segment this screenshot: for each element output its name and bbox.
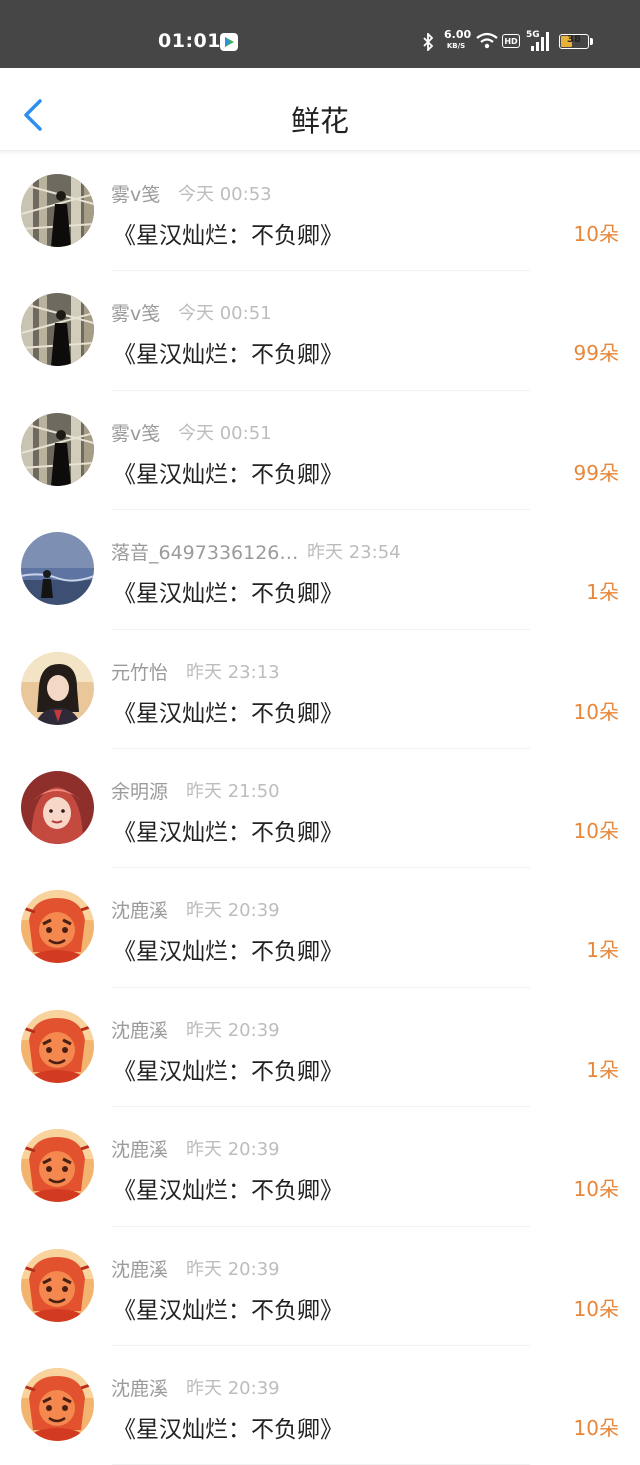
list-item[interactable]: 沈鹿溪 昨天 20:39 《星汉灿烂：不负卿》 10朵 [0, 1107, 640, 1227]
book-title[interactable]: 《星汉灿烂：不负卿》 [113, 574, 343, 608]
username[interactable]: 沈鹿溪 [111, 1016, 168, 1043]
avatar-cartoon[interactable] [21, 890, 94, 964]
username[interactable]: 元竹怡 [111, 658, 168, 685]
username[interactable]: 落音_6497336126… [111, 538, 298, 565]
timestamp: 今天 00:51 [178, 303, 272, 325]
flower-count: 10朵 [573, 699, 619, 724]
timestamp: 昨天 20:39 [186, 900, 280, 922]
avatar-forest[interactable] [21, 174, 94, 247]
status-time: 01:01 [158, 30, 221, 52]
avatar-girl[interactable] [21, 651, 94, 725]
flower-count: 1朵 [586, 938, 619, 963]
flower-list: 雾v笺 今天 00:53 《星汉灿烂：不负卿》 10朵 雾v笺 今天 00:51… [0, 152, 640, 1465]
timestamp: 昨天 21:50 [186, 780, 280, 802]
book-title[interactable]: 《星汉灿烂：不负卿》 [113, 216, 343, 250]
timestamp: 昨天 20:39 [186, 1139, 280, 1161]
network-speed: 6.00 KB/S [444, 28, 472, 51]
timestamp: 昨天 20:39 [186, 1258, 280, 1280]
nav-bar: 鲜花 [0, 68, 640, 151]
book-title[interactable]: 《星汉灿烂：不负卿》 [113, 1291, 343, 1325]
flower-count: 10朵 [573, 1177, 619, 1202]
username[interactable]: 雾v笺 [111, 180, 160, 207]
flower-count: 99朵 [573, 460, 619, 485]
list-item[interactable]: 沈鹿溪 昨天 20:39 《星汉灿烂：不负卿》 10朵 [0, 1346, 640, 1465]
status-bar: 01:01 6.00 KB/S HD 5G 38 [0, 0, 640, 68]
timestamp: 今天 00:51 [178, 422, 272, 444]
avatar-red[interactable] [21, 770, 94, 844]
page-title: 鲜花 [290, 104, 349, 138]
list-item[interactable]: 沈鹿溪 昨天 20:39 《星汉灿烂：不负卿》 10朵 [0, 1227, 640, 1346]
speed-value: 6.00 [444, 28, 472, 41]
book-title[interactable]: 《星汉灿烂：不负卿》 [113, 694, 343, 728]
signal-icon [531, 32, 549, 51]
timestamp: 昨天 23:54 [307, 542, 401, 564]
book-title[interactable]: 《星汉灿烂：不负卿》 [113, 335, 343, 369]
username[interactable]: 沈鹿溪 [111, 1255, 168, 1282]
speed-unit: KB/S [446, 42, 466, 50]
username[interactable]: 沈鹿溪 [111, 1135, 168, 1162]
username[interactable]: 沈鹿溪 [111, 896, 168, 923]
timestamp: 今天 00:53 [178, 184, 272, 205]
timestamp: 昨天 23:13 [186, 661, 280, 683]
avatar-sea[interactable] [21, 532, 94, 606]
avatar-cartoon[interactable] [21, 1009, 94, 1083]
timestamp: 昨天 20:39 [186, 1377, 280, 1399]
book-title[interactable]: 《星汉灿烂：不负卿》 [113, 1171, 343, 1205]
book-title[interactable]: 《星汉灿烂：不负卿》 [113, 1052, 343, 1086]
avatar-forest[interactable] [21, 293, 94, 367]
flower-count: 10朵 [573, 222, 619, 246]
username[interactable]: 沈鹿溪 [111, 1374, 168, 1401]
wifi-icon [476, 32, 498, 49]
username[interactable]: 雾v笺 [111, 299, 160, 326]
list-item[interactable]: 元竹怡 昨天 23:13 《星汉灿烂：不负卿》 10朵 [0, 630, 640, 749]
list-item[interactable]: 余明源 昨天 21:50 《星汉灿烂：不负卿》 10朵 [0, 749, 640, 869]
book-title[interactable]: 《星汉灿烂：不负卿》 [113, 455, 343, 489]
username[interactable]: 余明源 [111, 777, 168, 804]
avatar-cartoon[interactable] [21, 1248, 94, 1322]
list-item[interactable]: 雾v笺 今天 00:53 《星汉灿烂：不负卿》 10朵 [0, 152, 640, 272]
avatar-cartoon[interactable] [21, 1367, 94, 1441]
username[interactable]: 雾v笺 [111, 419, 160, 446]
hd-badge: HD [502, 34, 520, 48]
battery-level: 38 [567, 34, 581, 45]
book-title[interactable]: 《星汉灿烂：不负卿》 [113, 932, 343, 966]
flower-count: 10朵 [573, 1296, 619, 1321]
list-item[interactable]: 雾v笺 今天 00:51 《星汉灿烂：不负卿》 99朵 [0, 391, 640, 511]
battery-icon: 38 [559, 34, 589, 49]
flower-count: 99朵 [573, 341, 619, 366]
flower-count: 10朵 [573, 818, 619, 843]
book-title[interactable]: 《星汉灿烂：不负卿》 [113, 1410, 343, 1444]
flower-count: 1朵 [586, 580, 619, 605]
list-item[interactable]: 沈鹿溪 昨天 20:39 《星汉灿烂：不负卿》 1朵 [0, 868, 640, 988]
timestamp: 昨天 20:39 [186, 1019, 280, 1041]
list-item[interactable]: 沈鹿溪 昨天 20:39 《星汉灿烂：不负卿》 1朵 [0, 988, 640, 1108]
avatar-forest[interactable] [21, 412, 94, 486]
app-icon [220, 33, 238, 51]
list-item[interactable]: 雾v笺 今天 00:51 《星汉灿烂：不负卿》 99朵 [0, 271, 640, 391]
book-title[interactable]: 《星汉灿烂：不负卿》 [113, 813, 343, 847]
avatar-cartoon[interactable] [21, 1129, 94, 1203]
flower-count: 1朵 [586, 1057, 619, 1082]
bluetooth-icon [423, 33, 434, 51]
list-item[interactable]: 落音_6497336126… 昨天 23:54 《星汉灿烂：不负卿》 1朵 [0, 510, 640, 630]
flower-count: 10朵 [573, 1415, 619, 1440]
